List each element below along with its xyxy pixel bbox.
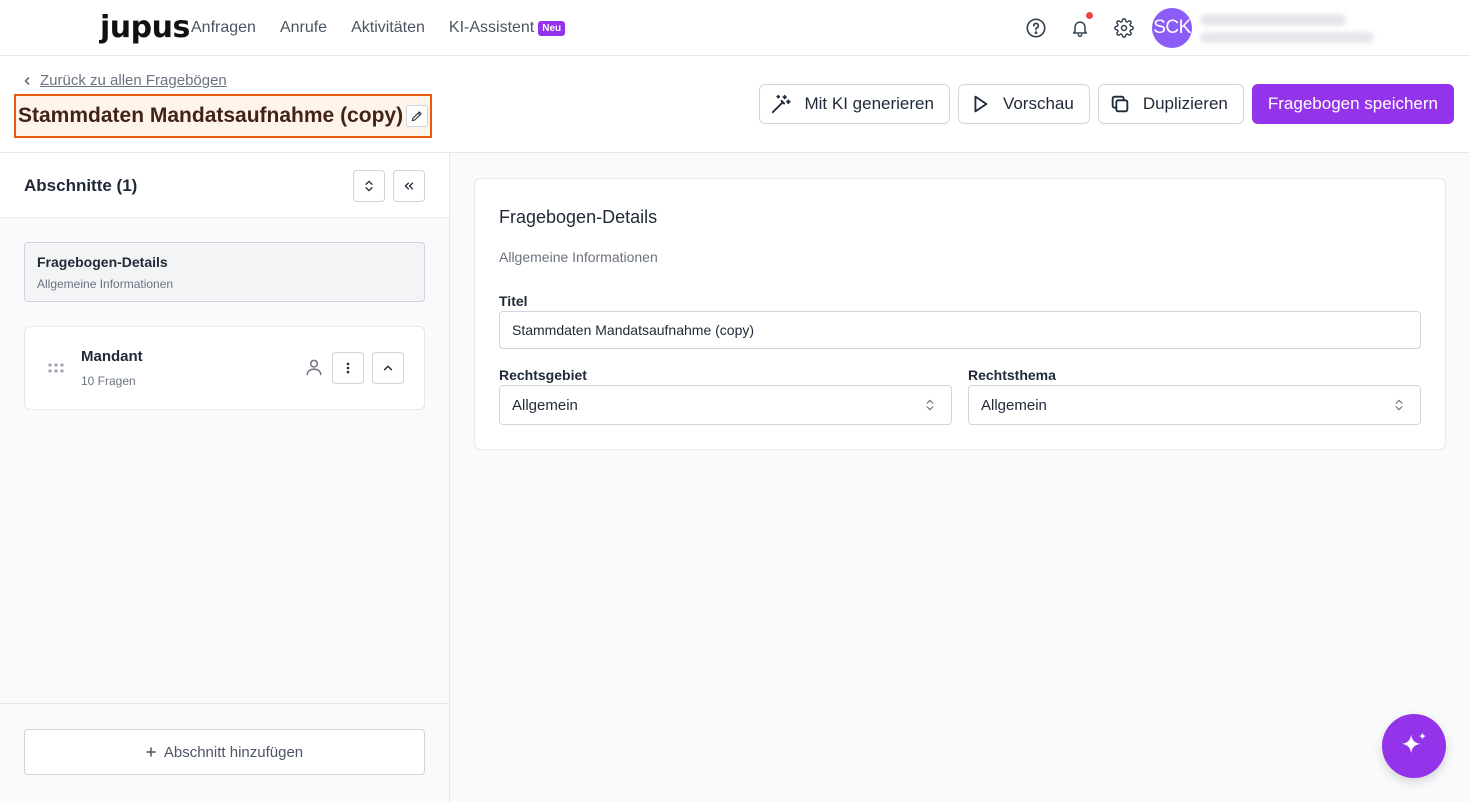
questionnaire-title-box: Stammdaten Mandatsaufnahme (copy) (14, 94, 432, 138)
sidebar-item-questionnaire-details[interactable]: Fragebogen-Details Allgemeine Informatio… (24, 242, 425, 302)
details-panel-subtitle: Allgemeine Informationen (499, 249, 658, 265)
legal-area-label: Rechtsgebiet (499, 367, 587, 383)
nav-link-anfragen[interactable]: Anfragen (191, 19, 256, 37)
chevron-up-down-icon (1395, 399, 1403, 411)
details-item-subtitle: Allgemeine Informationen (37, 277, 174, 291)
top-navigation: jupus Anfragen Anrufe Aktivitäten KI-Ass… (0, 0, 1470, 56)
chevron-up-down-icon (365, 180, 373, 192)
play-icon (974, 95, 988, 113)
save-questionnaire-button[interactable]: Fragebogen speichern (1251, 84, 1454, 124)
section-title: Mandant (81, 348, 143, 365)
collapse-sidebar-button[interactable] (393, 170, 425, 202)
add-section-label: Abschnitt hinzufügen (163, 743, 304, 761)
nav-link-ki-assistent-label: KI-Assistent (448, 19, 535, 36)
sections-sidebar: Abschnitte (1) Fragebogen-Details Allgem… (0, 152, 450, 803)
legal-topic-value: Allgemein (981, 396, 1047, 414)
chevrons-left-icon (404, 182, 414, 190)
chevron-up-icon (383, 365, 393, 371)
nav-link-anrufe[interactable]: Anrufe (280, 19, 327, 37)
nav-link-ki-assistent[interactable]: KI-Assistent Neu (448, 19, 566, 37)
page-title: Stammdaten Mandatsaufnahme (copy) (18, 104, 404, 127)
main-nav: Anfragen Anrufe Aktivitäten KI-Assistent… (191, 0, 566, 56)
notification-dot (1086, 12, 1093, 19)
duplicate-button[interactable]: Duplizieren (1097, 84, 1244, 124)
section-question-count: 10 Fragen (81, 374, 136, 388)
settings-gear-icon[interactable] (1112, 16, 1136, 40)
user-email-redacted (1200, 32, 1374, 43)
nav-link-aktivitaeten[interactable]: Aktivitäten (351, 19, 425, 37)
duplicate-label: Duplizieren (1142, 94, 1228, 113)
user-name-redacted (1200, 14, 1346, 26)
main-content: Fragebogen-Details Allgemeine Informatio… (450, 152, 1470, 802)
back-to-questionnaires-link[interactable]: Zurück zu allen Fragebögen (22, 72, 227, 89)
details-panel-title: Fragebogen-Details (499, 207, 658, 227)
questionnaire-details-panel: Fragebogen-Details Allgemeine Informatio… (474, 178, 1446, 450)
help-icon[interactable] (1024, 16, 1048, 40)
preview-button[interactable]: Vorschau (957, 84, 1090, 124)
header-actions: Mit KI generieren Vorschau Duplizieren F… (759, 84, 1454, 124)
legal-topic-select[interactable]: Allgemein (968, 385, 1421, 425)
sidebar-header: Abschnitte (1) (0, 153, 449, 218)
magic-wand-icon (772, 94, 792, 114)
legal-area-select[interactable]: Allgemein (499, 385, 952, 425)
legal-topic-label: Rechtsthema (968, 367, 1056, 383)
ai-assistant-fab[interactable] (1382, 714, 1446, 778)
generate-with-ai-button[interactable]: Mit KI generieren (759, 84, 950, 124)
pencil-icon (411, 111, 422, 122)
chevron-up-down-icon (926, 399, 934, 411)
new-badge: Neu (538, 20, 566, 36)
expand-collapse-all-button[interactable] (353, 170, 385, 202)
more-vertical-icon (346, 362, 350, 374)
user-avatar[interactable]: SCK (1152, 8, 1192, 48)
drag-handle-icon[interactable] (47, 362, 65, 374)
title-input[interactable] (499, 311, 1421, 349)
copy-icon (1111, 95, 1129, 113)
section-collapse-button[interactable] (372, 352, 404, 384)
legal-area-value: Allgemein (512, 396, 578, 414)
details-item-title: Fragebogen-Details (37, 254, 168, 270)
plus-icon (146, 747, 156, 757)
section-card-mandant[interactable]: Mandant 10 Fragen (24, 326, 425, 410)
sections-title: Abschnitte (1) (24, 176, 138, 195)
preview-label: Vorschau (1002, 94, 1074, 113)
back-link-label: Zurück zu allen Fragebögen (40, 72, 227, 89)
jupus-logo[interactable]: jupus (100, 12, 190, 44)
user-icon (306, 359, 322, 376)
sidebar-footer: Abschnitt hinzufügen (0, 703, 449, 803)
sparkles-icon (1401, 732, 1427, 754)
generate-with-ai-label: Mit KI generieren (804, 94, 934, 113)
notifications-icon[interactable] (1068, 12, 1093, 40)
chevron-left-icon (24, 76, 30, 85)
add-section-button[interactable]: Abschnitt hinzufügen (24, 729, 425, 775)
edit-title-button[interactable] (406, 105, 428, 127)
title-field-label: Titel (499, 293, 528, 309)
section-more-options-button[interactable] (332, 352, 364, 384)
